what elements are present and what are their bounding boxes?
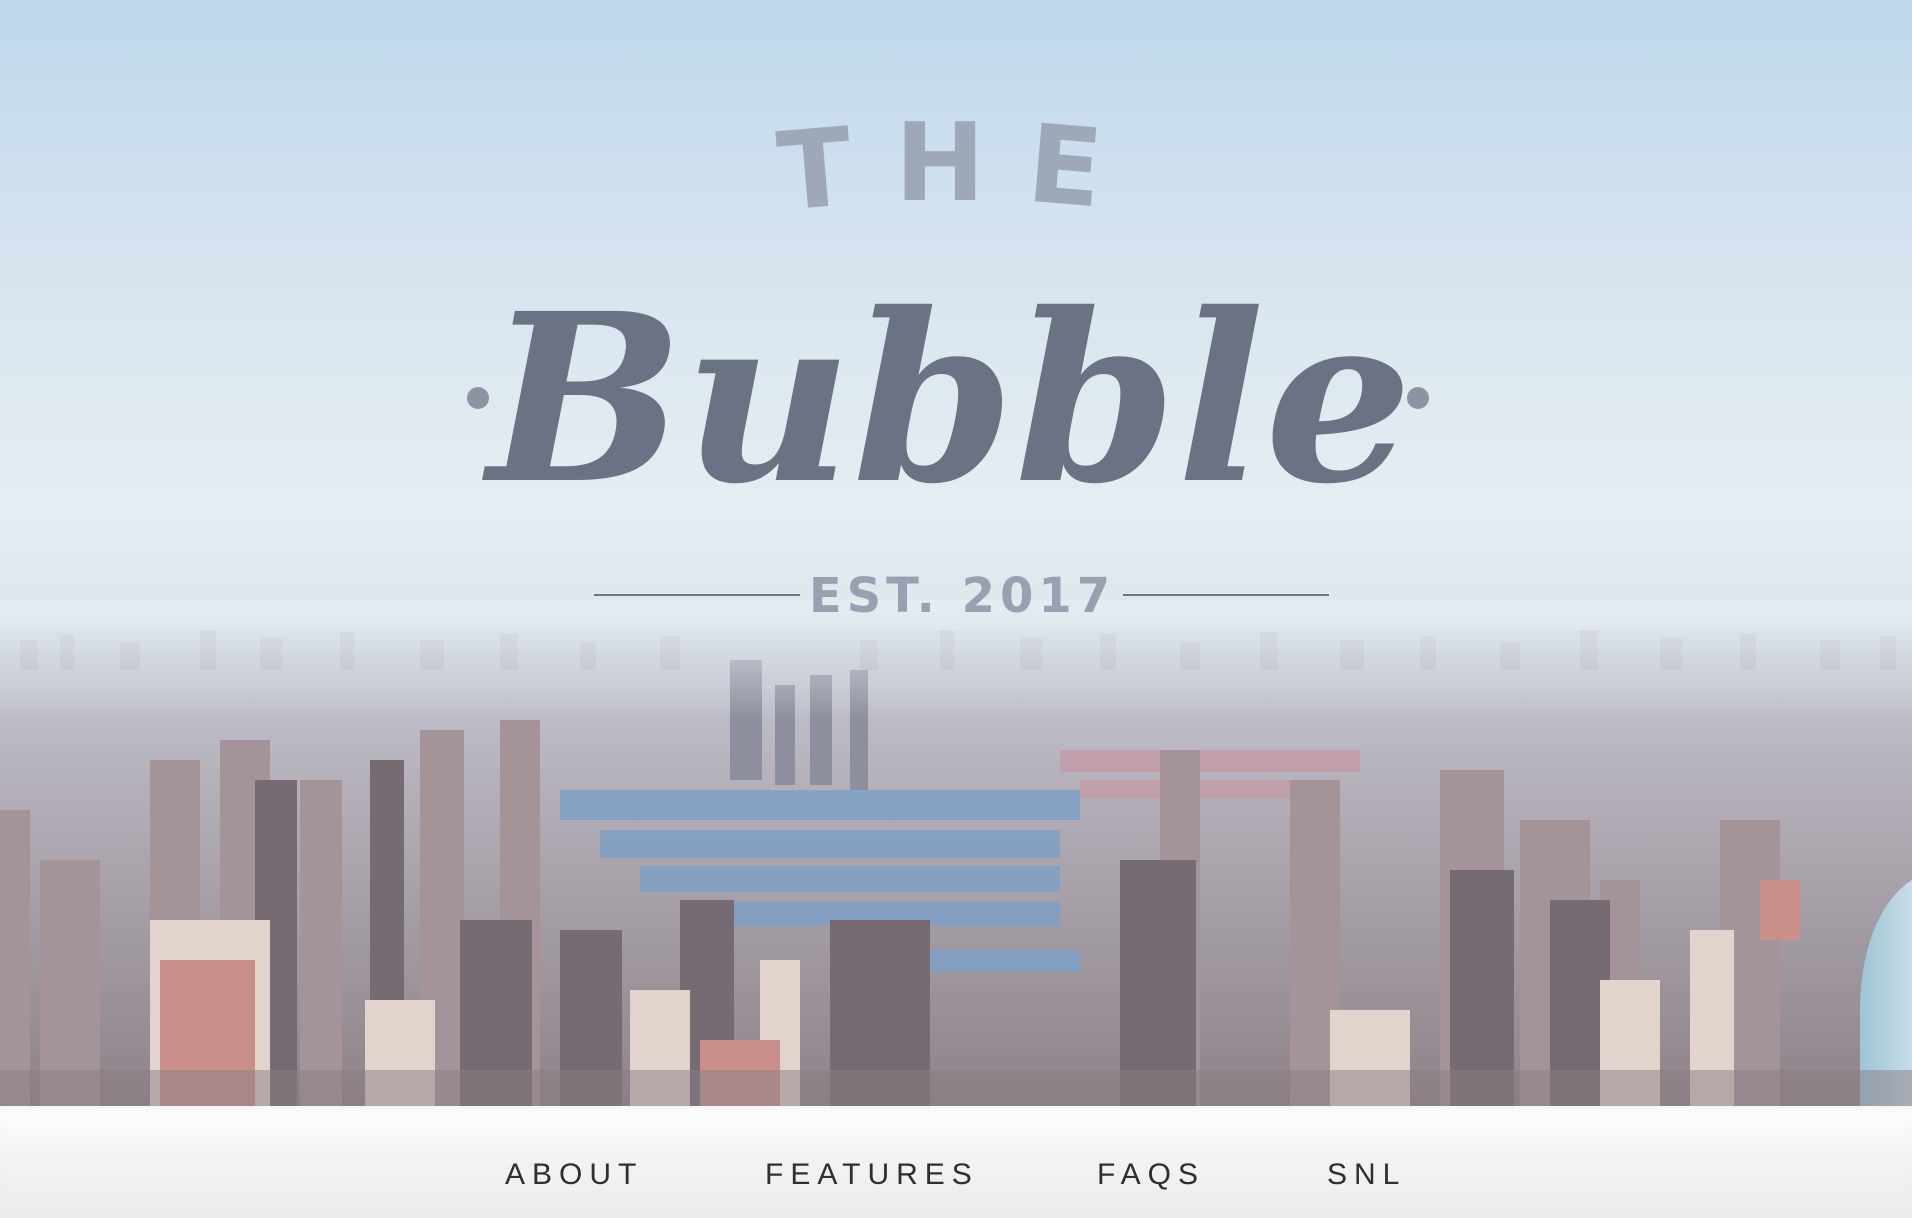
nav-link-faqs[interactable]: FAQS — [1097, 1158, 1205, 1192]
logo-graphic: THE Bubble EST. 2017 — [467, 101, 1429, 624]
page: THE Bubble EST. 2017 ABOUT FEATURES FAQS… — [0, 0, 1912, 1218]
logo-established-text: EST. 2017 — [809, 568, 1115, 624]
main-navigation: ABOUT FEATURES FAQS SNL — [0, 1106, 1912, 1218]
logo-name-text: Bubble — [482, 262, 1413, 535]
nav-link-about[interactable]: ABOUT — [505, 1158, 643, 1192]
logo-left-dot — [467, 387, 489, 409]
nav-link-features[interactable]: FEATURES — [765, 1158, 979, 1192]
logo-the-text: THE — [773, 101, 1147, 236]
nav-link-snl[interactable]: SNL — [1327, 1158, 1406, 1192]
site-logo[interactable]: THE Bubble EST. 2017 — [0, 0, 1912, 660]
